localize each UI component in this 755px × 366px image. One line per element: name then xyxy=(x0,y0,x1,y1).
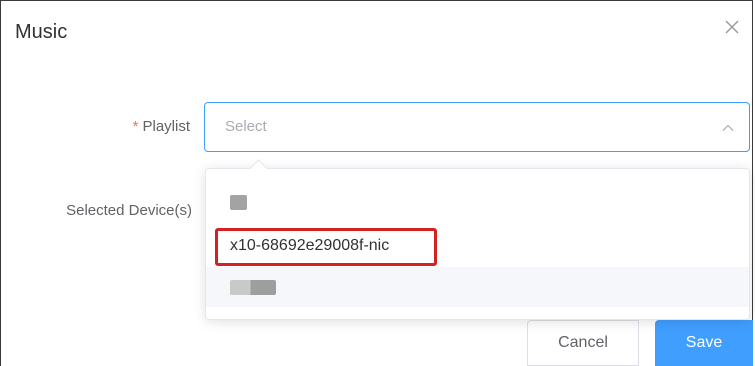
cancel-button[interactable]: Cancel xyxy=(527,320,639,366)
save-button[interactable]: Save xyxy=(655,320,753,366)
chevron-up-icon xyxy=(722,124,734,131)
dialog-title: Music xyxy=(15,21,68,43)
close-icon[interactable] xyxy=(720,15,744,39)
playlist-label-text: Playlist xyxy=(142,118,190,135)
playlist-label: * Playlist xyxy=(90,118,190,135)
dropdown-option-redacted-1[interactable] xyxy=(206,183,749,223)
playlist-select-placeholder: Select xyxy=(225,118,267,135)
redacted-text xyxy=(230,195,247,210)
selected-devices-label: Selected Device(s) xyxy=(66,202,192,219)
required-mark: * xyxy=(132,118,139,135)
redacted-text xyxy=(230,280,276,295)
highlight-annotation xyxy=(215,228,437,266)
dropdown-option-redacted-2[interactable] xyxy=(206,267,749,307)
playlist-select[interactable]: Select xyxy=(204,102,750,152)
